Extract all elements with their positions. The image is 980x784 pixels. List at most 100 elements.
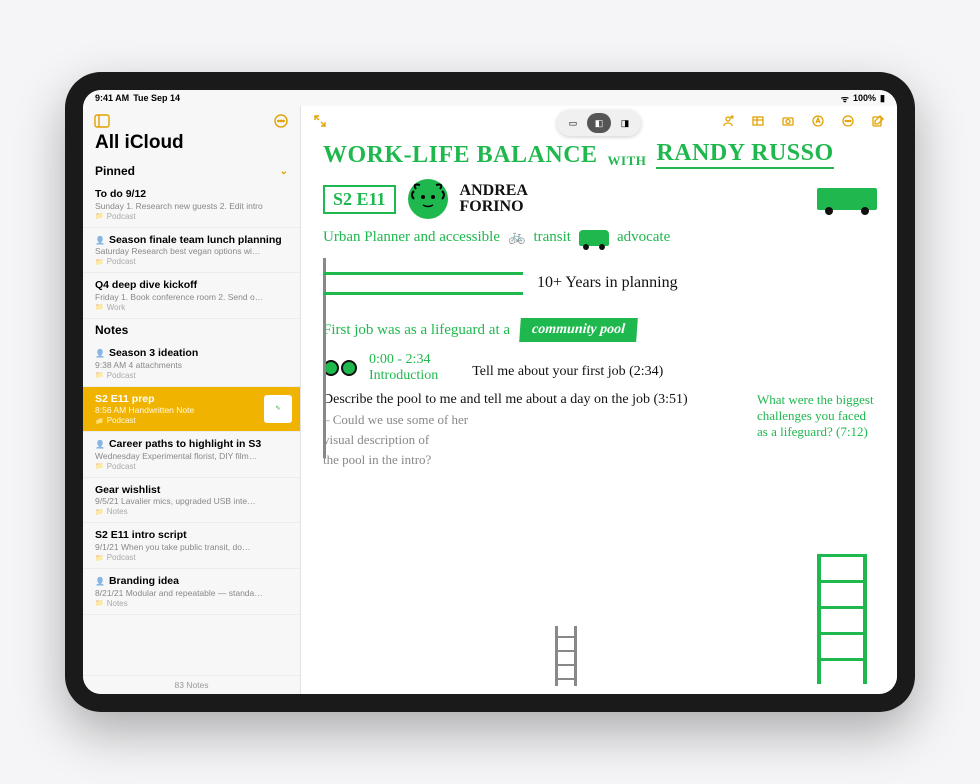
note-folder: Notes [95, 599, 288, 608]
ipad-frame: 9:41 AM Tue Sep 14 ᯤ 100% ▮ [65, 72, 915, 712]
note-meta: 9/1/21 When you take public transit, do… [95, 542, 288, 553]
battery-percent: 100% [853, 93, 876, 103]
note-item[interactable]: To do 9/12 Sunday 1. Research new guests… [83, 182, 300, 228]
pool-badge: community pool [519, 318, 638, 342]
note-folder: Podcast [95, 462, 288, 471]
aside-text: visual description of [323, 432, 737, 448]
note-title: Career paths to highlight in S3 [95, 438, 288, 451]
note-thumbnail: ✎ [264, 395, 292, 423]
note-meta: 8:56 AM Handwritten Note [95, 405, 288, 416]
aside-text: the pool in the intro? [323, 452, 737, 468]
note-title: Branding idea [95, 575, 288, 588]
table-icon[interactable] [749, 112, 767, 130]
note-meta: 9/5/21 Lavalier mics, upgraded USB inte… [95, 496, 288, 507]
face-sketch-icon [408, 179, 448, 219]
intro-label: Introduction [369, 368, 438, 384]
camera-icon[interactable] [779, 112, 797, 130]
multitask-slideover-icon[interactable]: ◨ [613, 113, 637, 133]
note-item[interactable]: Career paths to highlight in S3 Wednesda… [83, 432, 300, 478]
note-title: Q4 deep dive kickoff [95, 279, 288, 292]
multitask-split-icon[interactable]: ◧ [587, 113, 611, 133]
shared-icon [95, 347, 109, 359]
note-meta: Saturday Research best vegan options wi… [95, 246, 288, 257]
status-date: Tue Sep 14 [133, 93, 180, 103]
note-title: Gear wishlist [95, 484, 288, 497]
note-heading-b: RANDY RUSSO [656, 140, 833, 169]
pinned-label: Pinned [95, 164, 135, 178]
note-folder: Podcast [95, 416, 288, 425]
note-meta: Wednesday Experimental florist, DIY film… [95, 451, 288, 462]
firstjob-text: First job was as a lifeguard at a [323, 322, 510, 339]
status-time: 9:41 AM [95, 93, 129, 103]
ipad-screen: 9:41 AM Tue Sep 14 ᯤ 100% ▮ [83, 90, 897, 694]
battery-icon: ▮ [880, 93, 885, 104]
question-text: Describe the pool to me and tell me abou… [323, 392, 737, 408]
question-text: Tell me about your first job (2:34) [472, 364, 663, 380]
status-bar: 9:41 AM Tue Sep 14 ᯤ 100% ▮ [83, 90, 897, 106]
note-item[interactable]: Q4 deep dive kickoff Friday 1. Book conf… [83, 273, 300, 319]
note-folder: Podcast [95, 257, 288, 266]
note-canvas[interactable]: ▭ ◧ ◨ WORK-LIFE BALANCE WITH RANDY RUSSO… [301, 106, 897, 694]
years-text: 10+ Years in planning [537, 274, 678, 292]
compose-icon[interactable] [869, 112, 887, 130]
note-meta: 8/21/21 Modular and repeatable — standa… [95, 588, 288, 599]
markup-icon[interactable] [809, 112, 827, 130]
expand-icon[interactable] [311, 112, 329, 130]
note-count: 83 Notes [83, 675, 300, 694]
note-folder: Podcast [95, 553, 288, 562]
sidebar-toggle-icon[interactable] [93, 112, 111, 130]
bike-icon: 🚲 [508, 229, 525, 246]
subtitle-text: advocate [617, 229, 670, 246]
note-folder: Notes [95, 507, 288, 516]
sidebar-title: All iCloud [83, 132, 300, 160]
guest-name: ANDREA FORINO [460, 183, 528, 215]
car-sketch-icon [579, 230, 609, 246]
note-item[interactable]: Season finale team lunch planning Saturd… [83, 228, 300, 274]
note-folder: Podcast [95, 212, 288, 221]
multitask-full-icon[interactable]: ▭ [561, 113, 585, 133]
shared-icon [95, 575, 109, 587]
note-folder: Podcast [95, 371, 288, 380]
notes-sidebar: All iCloud Pinned ⌄ To do 9/12 Sunday 1.… [83, 106, 301, 694]
note-title: S2 E11 intro script [95, 529, 288, 542]
timecode: 0:00 - 2:34 [369, 352, 438, 368]
aside-text: – Could we use some of her [323, 412, 737, 428]
more-options-icon[interactable] [272, 112, 290, 130]
subtitle-text: Urban Planner and accessible [323, 229, 500, 246]
pool-ladder-icon [551, 626, 581, 686]
note-item-selected[interactable]: S2 E11 prep 8:56 AM Handwritten Note Pod… [83, 387, 300, 433]
multitask-pill[interactable]: ▭ ◧ ◨ [557, 110, 641, 136]
note-list: To do 9/12 Sunday 1. Research new guests… [83, 182, 300, 675]
note-item[interactable]: Season 3 ideation 9:38 AM 4 attachments … [83, 341, 300, 387]
pinned-section-header[interactable]: Pinned ⌄ [83, 160, 300, 182]
note-title: Season 3 ideation [95, 347, 288, 360]
note-item[interactable]: Branding idea 8/21/21 Modular and repeat… [83, 569, 300, 615]
subtitle-text: transit [533, 229, 571, 246]
note-item[interactable]: S2 E11 intro script 9/1/21 When you take… [83, 523, 300, 569]
chevron-down-icon: ⌄ [280, 166, 288, 177]
note-title: Season finale team lunch planning [95, 234, 288, 247]
note-meta: Sunday 1. Research new guests 2. Edit in… [95, 201, 288, 212]
note-folder: Work [95, 303, 288, 312]
note-meta: 9:38 AM 4 attachments [95, 360, 288, 371]
episode-tag: S2 E11 [323, 185, 396, 214]
more-icon[interactable] [839, 112, 857, 130]
shared-icon [95, 234, 109, 246]
shared-icon [95, 438, 109, 450]
question-text: What were the biggest challenges you fac… [757, 392, 877, 440]
bus-sketch-icon [817, 188, 877, 210]
note-meta: Friday 1. Book conference room 2. Send o… [95, 292, 288, 303]
map-sketch-icon [323, 258, 523, 308]
note-heading-a: WORK-LIFE BALANCE [323, 142, 598, 169]
share-icon[interactable] [719, 112, 737, 130]
wifi-icon: ᯤ [841, 92, 849, 105]
note-title: To do 9/12 [95, 188, 288, 201]
note-title: S2 E11 prep [95, 393, 288, 406]
goggles-icon [323, 360, 359, 376]
notes-section-header[interactable]: Notes [83, 319, 300, 341]
lifeguard-chair-icon [807, 554, 877, 684]
note-heading-with: WITH [608, 153, 647, 169]
note-item[interactable]: Gear wishlist 9/5/21 Lavalier mics, upgr… [83, 478, 300, 524]
notes-label: Notes [95, 323, 128, 337]
handwritten-content: WORK-LIFE BALANCE WITH RANDY RUSSO S2 E1… [301, 106, 897, 694]
